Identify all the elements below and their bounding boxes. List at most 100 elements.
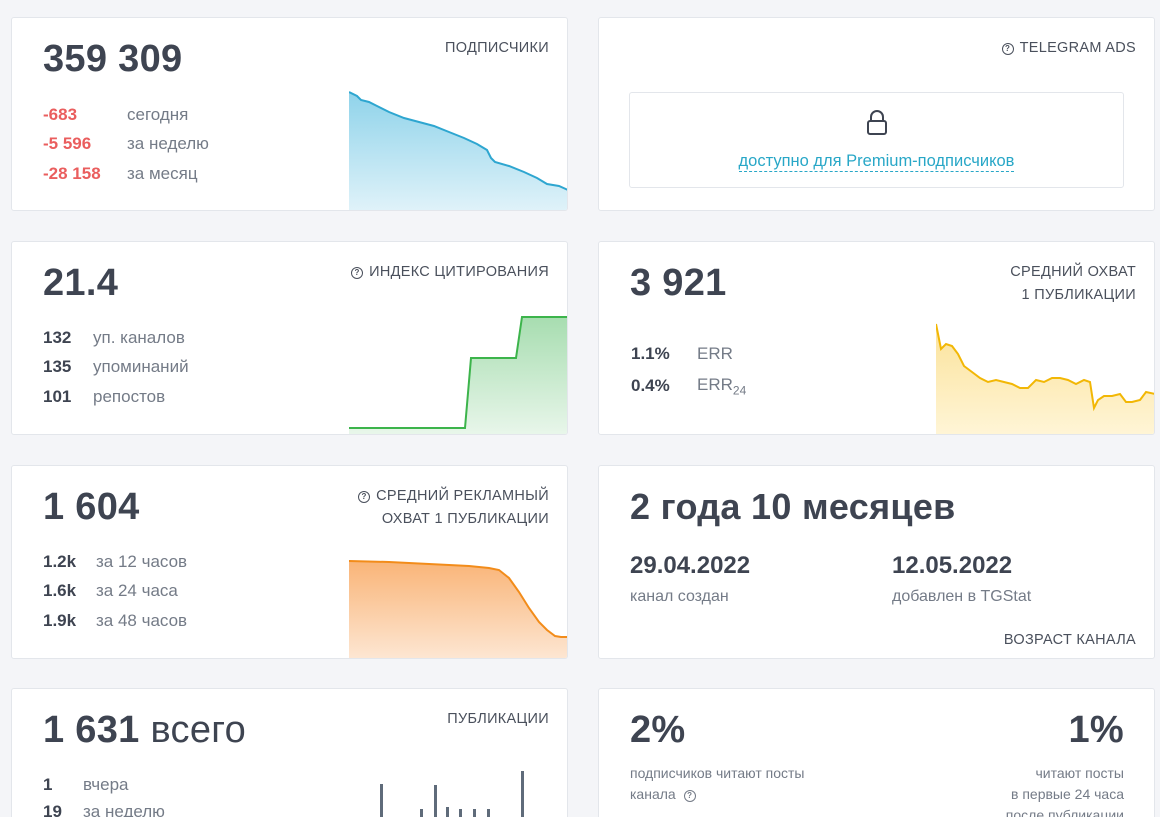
readers-right-line3: после публикации — [1005, 807, 1124, 817]
stat-value: -5 596 — [43, 134, 92, 154]
ad-reach-label: ? СРЕДНИЙ РЕКЛАМНЫЙ ОХВАТ 1 ПУБЛИКАЦИИ — [358, 485, 549, 531]
stat-text: сегодня — [127, 104, 189, 124]
citation-label: ? ИНДЕКС ЦИТИРОВАНИЯ — [351, 261, 549, 284]
stat-text: репостов — [93, 386, 166, 406]
ad-reach-stats: 1.2k за 12 часов 1.6k за 24 часа 1.9k за 48… — [43, 547, 187, 636]
publications-card[interactable]: 1 631 всего ПУБЛИКАЦИИ 1 вчера 19 за недел… — [11, 688, 568, 817]
telegram-ads-label-text: TELEGRAM ADS — [1019, 40, 1136, 56]
stat-text: ERR — [697, 344, 733, 363]
avg-reach-value: 3 921 — [630, 262, 727, 304]
stat-text: ERR24 — [697, 375, 746, 397]
stat-value: 1.6k — [43, 581, 77, 601]
question-icon[interactable]: ? — [1001, 43, 1014, 55]
stat-row: 132 уп. каналов — [43, 323, 189, 353]
question-icon[interactable]: ? — [351, 267, 364, 279]
pub-bar — [380, 784, 383, 817]
citation-sparkline — [349, 316, 567, 434]
readers-card[interactable]: 2% 1% подписчиков читают посты канала ? ч… — [598, 688, 1155, 817]
publications-suffix: всего — [150, 709, 247, 751]
publications-label: ПУБЛИКАЦИИ — [447, 711, 549, 727]
stat-row: 1.2k за 12 часов — [43, 547, 187, 577]
created-label: канал создан — [630, 588, 729, 605]
readers-left-line1: подписчиков читают посты — [630, 765, 805, 781]
stat-row: 0.4% ERR24 — [631, 370, 746, 402]
subscribers-sparkline — [349, 91, 567, 210]
avg-reach-sparkline — [936, 323, 1154, 434]
lock-icon — [866, 110, 887, 135]
readers-right-line1: читают посты — [1035, 765, 1125, 781]
pub-bar — [420, 809, 423, 817]
stat-text: за неделю — [127, 134, 209, 154]
added-date: 12.05.2022 — [892, 552, 1013, 579]
created-date: 29.04.2022 — [630, 552, 751, 579]
readers-left-value: 2% — [630, 709, 686, 751]
stat-value: 1 — [43, 774, 53, 794]
stat-value: 132 — [43, 327, 72, 347]
pub-bar — [446, 807, 449, 817]
stat-row: 19 за неделю — [43, 798, 165, 817]
stat-text: за неделю — [83, 801, 165, 817]
stat-text: вчера — [83, 774, 129, 794]
citation-card[interactable]: 21.4 ? ИНДЕКС ЦИТИРОВАНИЯ 132 уп. каналов … — [11, 241, 568, 435]
avg-reach-label-line1: СРЕДНИЙ ОХВАТ — [1010, 264, 1136, 280]
stat-value: 135 — [43, 357, 72, 377]
subscribers-area — [349, 92, 567, 210]
avg-reach-label-line2: 1 ПУБЛИКАЦИИ — [1021, 287, 1136, 303]
ad-reach-sparkline — [349, 560, 567, 658]
avg-reach-card[interactable]: 3 921 СРЕДНИЙ ОХВАТ 1 ПУБЛИКАЦИИ 1.1% ERR … — [598, 241, 1155, 435]
stat-value: 1.1% — [631, 344, 670, 363]
citation-label-text: ИНДЕКС ЦИТИРОВАНИЯ — [369, 264, 549, 280]
channel-age-label: ВОЗРАСТ КАНАЛА — [1003, 632, 1136, 648]
premium-lock-box: доступно для Premium-подписчиков — [629, 92, 1124, 188]
citation-stats: 132 уп. каналов 135 упоминаний 101 репостов — [43, 323, 189, 412]
added-label: добавлен в TGStat — [892, 588, 1032, 605]
stat-value: 0.4% — [631, 376, 670, 395]
stat-text: уп. каналов — [93, 327, 185, 347]
pub-bar — [434, 785, 437, 817]
avg-reach-area — [936, 324, 1154, 434]
citation-area — [349, 317, 567, 434]
pub-bar — [473, 809, 476, 817]
ad-reach-label-line1: СРЕДНИЙ РЕКЛАМНЫЙ — [376, 488, 549, 504]
stat-row: -683 сегодня — [43, 100, 209, 130]
premium-link[interactable]: доступно для Premium-подписчиков — [738, 152, 1015, 172]
stat-text: за 48 часов — [96, 610, 188, 630]
stat-text: упоминаний — [93, 357, 189, 377]
stat-row: 1 вчера — [43, 771, 165, 798]
publications-stats: 1 вчера 19 за неделю — [43, 771, 165, 817]
stat-value: 1.9k — [43, 610, 77, 630]
stat-value: -683 — [43, 104, 78, 124]
telegram-ads-card[interactable]: ? TELEGRAM ADS доступно для Premium-подпи… — [598, 17, 1155, 211]
stat-text: за месяц — [127, 163, 198, 183]
stat-row: -5 596 за неделю — [43, 130, 209, 160]
stat-value: 1.2k — [43, 551, 77, 571]
stat-row: 1.6k за 24 часа — [43, 577, 187, 607]
readers-left-desc: подписчиков читают посты канала ? — [630, 763, 804, 805]
stat-row: -28 158 за месяц — [43, 159, 209, 189]
stat-value: 19 — [43, 801, 62, 817]
readers-right-line2: в первые 24 часа — [1011, 786, 1124, 802]
question-icon[interactable]: ? — [358, 491, 371, 503]
channel-age-value: 2 года 10 месяцев — [630, 486, 956, 527]
channel-age-card[interactable]: 2 года 10 месяцев 29.04.2022 канал созда… — [598, 465, 1155, 659]
pub-bar — [521, 771, 524, 817]
ad-reach-label-line2: ОХВАТ 1 ПУБЛИКАЦИИ — [381, 511, 549, 527]
ad-reach-card[interactable]: 1 604 ? СРЕДНИЙ РЕКЛАМНЫЙ ОХВАТ 1 ПУБЛИКАЦ… — [11, 465, 568, 659]
stat-row: 135 упоминаний — [43, 353, 189, 383]
subscribers-stats: -683 сегодня -5 596 за неделю -28 158 за ме… — [43, 100, 209, 189]
pub-bar — [459, 809, 462, 817]
avg-reach-stats: 1.1% ERR 0.4% ERR24 — [631, 338, 746, 402]
citation-index-value: 21.4 — [43, 262, 119, 304]
stat-row: 1.9k за 48 часов — [43, 606, 187, 636]
stat-value: 101 — [43, 386, 72, 406]
publications-value: 1 631 всего — [43, 709, 246, 752]
question-icon[interactable]: ? — [683, 790, 696, 802]
publications-count: 1 631 — [43, 709, 140, 751]
subscribers-label: ПОДПИСЧИКИ — [445, 40, 549, 56]
telegram-ads-label: ? TELEGRAM ADS — [1001, 37, 1136, 60]
stat-value: -28 158 — [43, 163, 101, 183]
ad-reach-value: 1 604 — [43, 486, 140, 528]
subscribers-count: 359 309 — [43, 38, 183, 80]
readers-right-desc: читают посты в первые 24 часа после публик… — [1006, 763, 1124, 817]
subscribers-card[interactable]: 359 309 ПОДПИСЧИКИ -683 сегодня -5 596 за … — [11, 17, 568, 211]
